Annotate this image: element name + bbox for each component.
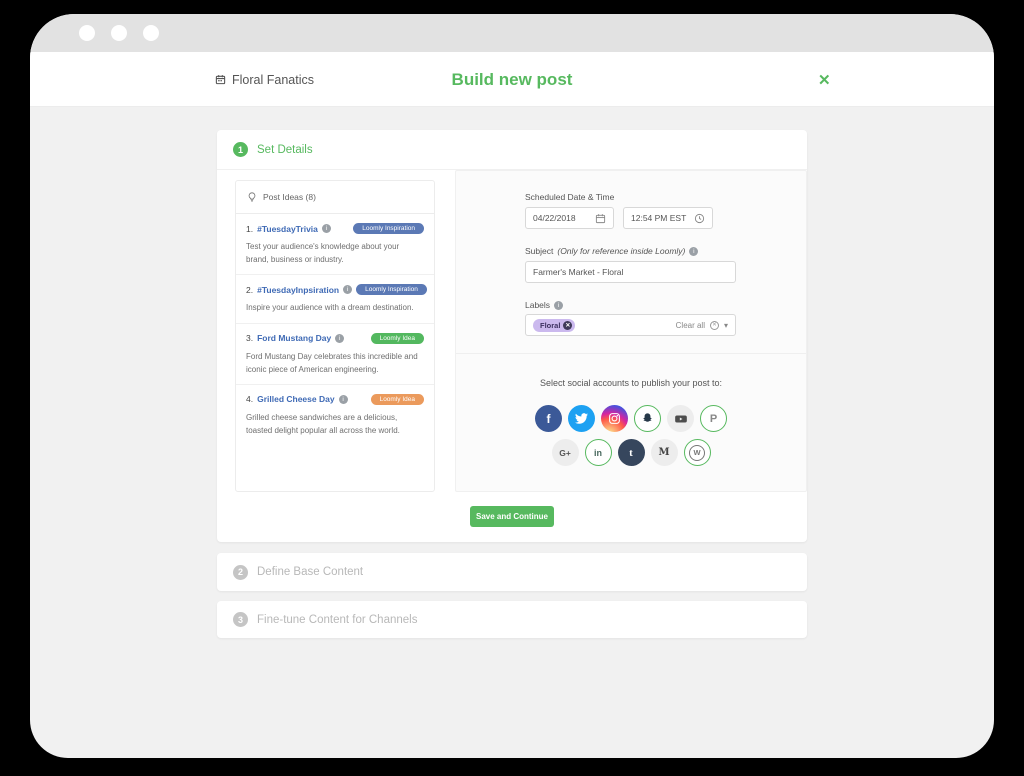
youtube-icon[interactable] xyxy=(667,405,694,432)
post-idea-item: 3. Ford Mustang Day i Loomly Idea Ford M… xyxy=(236,324,434,385)
traffic-light-minimize[interactable] xyxy=(111,25,127,41)
twitter-icon[interactable] xyxy=(568,405,595,432)
window-titlebar xyxy=(30,14,994,52)
traffic-light-maximize[interactable] xyxy=(143,25,159,41)
post-ideas-panel: Post Ideas (8) 1. #TuesdayTrivia i Looml… xyxy=(235,180,435,492)
save-and-continue-button[interactable]: Save and Continue xyxy=(470,506,554,527)
page-title: Build new post xyxy=(30,52,994,107)
wordpress-logo: W xyxy=(689,445,705,461)
idea-title-link[interactable]: Grilled Cheese Day xyxy=(257,394,334,404)
snapchat-icon[interactable] xyxy=(634,405,661,432)
idea-badge: Loomly Inspiration xyxy=(356,284,427,295)
define-base-content-card[interactable]: 2 Define Base Content xyxy=(217,553,807,591)
step1-number-badge: 1 xyxy=(233,142,248,157)
youtube-play-icon xyxy=(674,412,688,426)
date-input[interactable]: 04/22/2018 xyxy=(525,207,614,229)
labels-label: Labels xyxy=(525,300,550,310)
instagram-camera-icon xyxy=(608,412,621,425)
idea-description: Test your audience's knowledge about you… xyxy=(246,240,424,266)
googleplus-icon[interactable]: G+ xyxy=(552,439,579,466)
info-icon[interactable]: i xyxy=(343,285,352,294)
label-chip-text: Floral xyxy=(540,321,560,330)
remove-label-icon[interactable]: ✕ xyxy=(563,321,572,330)
idea-number: 1. xyxy=(246,224,253,234)
linkedin-icon[interactable]: in xyxy=(585,439,612,466)
idea-number: 3. xyxy=(246,333,253,343)
info-icon[interactable]: i xyxy=(554,301,563,310)
post-idea-item: 1. #TuesdayTrivia i Loomly Inspiration T… xyxy=(236,214,434,275)
idea-number: 4. xyxy=(246,394,253,404)
post-ideas-header: Post Ideas (8) xyxy=(236,181,434,214)
social-prompt: Select social accounts to publish your p… xyxy=(456,378,806,388)
info-icon[interactable]: i xyxy=(689,247,698,256)
time-input[interactable]: 12:54 PM EST xyxy=(623,207,713,229)
idea-badge: Loomly Idea xyxy=(371,394,424,405)
label-chip[interactable]: Floral ✕ xyxy=(533,319,575,332)
labels-input[interactable]: Floral ✕ Clear all ✕ ▾ xyxy=(525,314,736,336)
step3-number-badge: 3 xyxy=(233,612,248,627)
idea-description: Inspire your audience with a dream desti… xyxy=(246,301,424,314)
subject-input[interactable]: Farmer's Market - Floral xyxy=(525,261,736,283)
idea-description: Ford Mustang Day celebrates this incredi… xyxy=(246,350,424,376)
idea-number: 2. xyxy=(246,285,253,295)
step3-title: Fine-tune Content for Channels xyxy=(257,614,417,626)
idea-title-link[interactable]: #TuesdayTrivia xyxy=(257,224,318,234)
snapchat-ghost-icon xyxy=(641,412,654,425)
set-details-card: 1 Set Details Post Ideas (8) 1. #Tuesday… xyxy=(217,130,807,542)
clear-all-icon[interactable]: ✕ xyxy=(710,321,719,330)
info-icon[interactable]: i xyxy=(339,395,348,404)
info-icon[interactable]: i xyxy=(335,334,344,343)
clock-icon xyxy=(694,213,705,224)
clear-all-link[interactable]: Clear all xyxy=(676,321,705,330)
schedule-subject-labels-section: Scheduled Date & Time 04/22/2018 12:54 P… xyxy=(456,171,806,353)
idea-title-link[interactable]: Ford Mustang Day xyxy=(257,333,331,343)
subject-label: Subject xyxy=(525,246,553,256)
lightbulb-icon xyxy=(247,192,257,202)
calendar-icon xyxy=(595,213,606,224)
subject-note: (Only for reference inside Loomly) xyxy=(557,246,685,256)
info-icon[interactable]: i xyxy=(322,224,331,233)
fine-tune-content-card[interactable]: 3 Fine-tune Content for Channels xyxy=(217,601,807,638)
subject-value: Farmer's Market - Floral xyxy=(533,267,623,277)
idea-badge: Loomly Idea xyxy=(371,333,424,344)
instagram-icon[interactable] xyxy=(601,405,628,432)
modal-header: Floral Fanatics Build new post ✕ xyxy=(30,52,994,107)
tumblr-icon[interactable]: t xyxy=(618,439,645,466)
traffic-light-close[interactable] xyxy=(79,25,95,41)
post-idea-item: 4. Grilled Cheese Day i Loomly Idea Gril… xyxy=(236,385,434,445)
post-ideas-title: Post Ideas (8) xyxy=(263,192,316,202)
step2-title: Define Base Content xyxy=(257,566,363,578)
social-accounts-section: Select social accounts to publish your p… xyxy=(456,353,806,493)
post-idea-item: 2. #TuesdayInpsiration i Loomly Inspirat… xyxy=(236,275,434,323)
schedule-label: Scheduled Date & Time xyxy=(525,192,736,202)
step1-header: 1 Set Details xyxy=(217,130,807,170)
pinterest-icon[interactable]: P xyxy=(700,405,727,432)
close-icon[interactable]: ✕ xyxy=(818,52,831,107)
facebook-icon[interactable]: f xyxy=(535,405,562,432)
wordpress-icon[interactable]: W xyxy=(684,439,711,466)
post-details-panel: Scheduled Date & Time 04/22/2018 12:54 P… xyxy=(455,170,807,492)
time-value: 12:54 PM EST xyxy=(631,213,686,223)
twitter-bird-icon xyxy=(575,412,588,425)
idea-title-link[interactable]: #TuesdayInpsiration xyxy=(257,285,339,295)
step2-number-badge: 2 xyxy=(233,565,248,580)
step1-title: Set Details xyxy=(257,144,313,156)
chevron-down-icon[interactable]: ▾ xyxy=(724,321,728,330)
date-value: 04/22/2018 xyxy=(533,213,576,223)
idea-description: Grilled cheese sandwiches are a deliciou… xyxy=(246,411,424,437)
medium-icon[interactable]: M xyxy=(651,439,678,466)
idea-badge: Loomly Inspiration xyxy=(353,223,424,234)
browser-window: Floral Fanatics Build new post ✕ 1 Set D… xyxy=(30,14,994,758)
